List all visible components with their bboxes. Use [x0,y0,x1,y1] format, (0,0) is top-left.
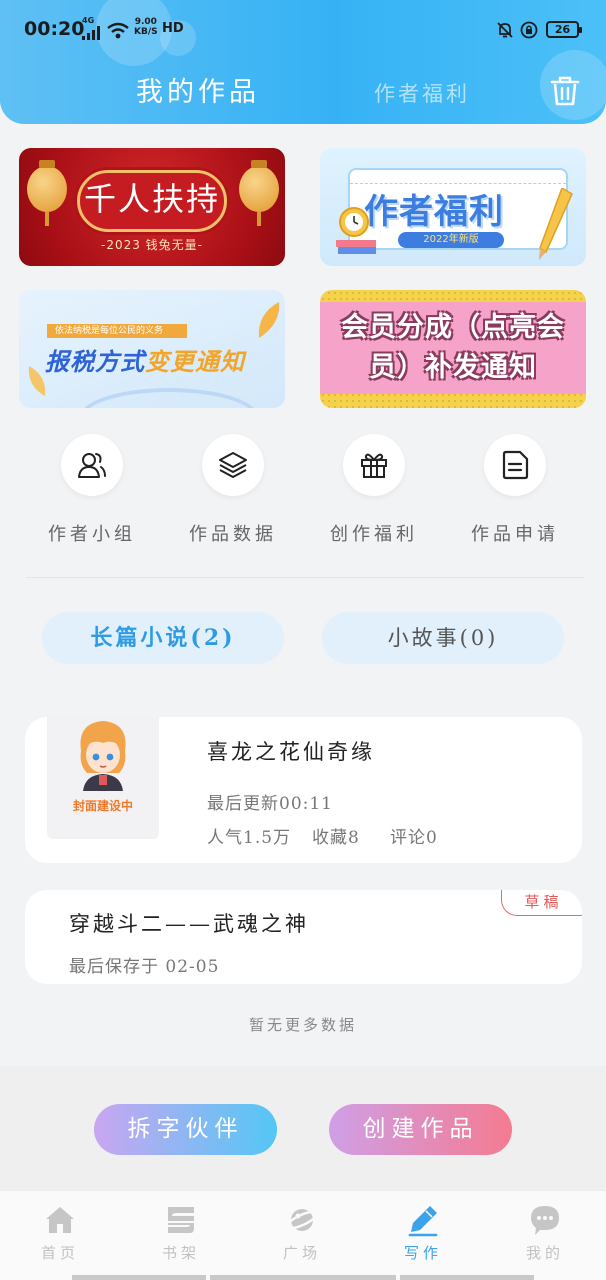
tab-label: 书架 [161,1244,200,1262]
draft-badge: 草稿 [501,890,582,916]
banner-title-main: 报税方式 [45,348,145,376]
entry-label: 创作福利 [330,524,418,545]
pen-icon [408,1206,438,1237]
lantern-icon [27,160,67,226]
speed-value: 9.00 [134,17,157,27]
app-header: 00:20 4G 9.00 KB/S HD 26 我的作品 作者福利 [0,0,606,124]
tab-bookshelf[interactable]: 书架 [121,1191,241,1271]
banner-subtitle: 2022年新版 [398,232,504,248]
gesture-bar [210,1275,396,1280]
entry-creation-welfare[interactable]: 创作福利 [303,434,443,554]
banner-title-highlight: 变更通知 [145,348,245,376]
segment-long-novel[interactable]: 长篇小说(2) [42,612,284,664]
tab-label: 广场 [282,1244,321,1262]
work-favorites: 收藏8 [312,828,360,848]
banner-title: 会员分成（点亮会 员）补发通知 [320,308,586,388]
work-popularity: 人气1.5万 [207,828,292,848]
layers-icon [219,452,247,478]
section-divider [26,577,584,578]
battery-indicator: 26 [546,21,582,38]
entry-label: 作品申请 [471,524,559,545]
banner-member-share-notice[interactable]: 会员分成（点亮会 员）补发通知 [320,290,586,408]
entry-icon-circle [343,434,405,496]
avatar [80,721,126,791]
leaf-icon [258,302,280,338]
entry-label: 作者小组 [48,524,136,545]
lantern-icon [239,160,279,226]
tab-label: 首页 [40,1244,79,1262]
work-title: 喜龙之花仙奇缘 [207,740,375,764]
network-speed: 9.00 KB/S [134,17,158,37]
tab-my-works[interactable]: 我的作品 [136,70,260,109]
banner-title-line1: 会员分成（点亮会 [341,312,565,343]
planet-icon [286,1209,318,1231]
work-card-draft[interactable]: 草稿 穿越斗二——武魂之神 最后保存于 02-05 [25,890,582,984]
bottom-tab-bar: 首页 书架 广场 写作 我的 [0,1190,606,1280]
home-icon [46,1207,74,1233]
bookshelf-icon [168,1207,194,1233]
signal-icon [82,26,100,40]
tab-writing[interactable]: 写作 [363,1191,483,1271]
create-work-button[interactable]: 创建作品 [329,1104,512,1155]
work-last-saved: 最后保存于 02-05 [69,957,220,977]
entry-work-application[interactable]: 作品申请 [444,434,584,554]
gesture-bar [72,1275,206,1280]
entry-icon-circle [61,434,123,496]
delete-button[interactable] [546,72,584,110]
status-time: 00:20 [24,18,85,40]
gesture-bar [400,1275,534,1280]
segment-short-story[interactable]: 小故事(0) [322,612,564,664]
work-card[interactable]: 封面建设中 喜龙之花仙奇缘 最后更新00:11 人气1.5万 收藏8 评论0 [25,717,582,863]
status-bar: 00:20 4G 9.00 KB/S HD 26 [0,14,606,48]
rotation-lock-icon [520,21,538,39]
entry-author-group[interactable]: 作者小组 [21,434,161,554]
no-more-data-text: 暂无更多数据 [248,1016,357,1034]
entry-work-data[interactable]: 作品数据 [162,434,302,554]
tab-label: 我的 [525,1244,564,1262]
banner-subtitle: -2023 钱兔无量- [100,238,203,252]
work-cover: 封面建设中 [47,717,159,839]
work-title: 穿越斗二——武魂之神 [69,912,309,936]
document-icon [502,450,529,480]
banner-author-welfare[interactable]: 作者福利 2022年新版 [320,148,586,266]
banner-title: 报税方式变更通知 [45,342,245,377]
tab-home[interactable]: 首页 [0,1191,120,1271]
trash-icon [550,76,580,106]
hd-indicator: HD [162,21,184,36]
banner-kicker: 依法纳税是每位公民的义务 [47,324,187,338]
banner-title: 千人扶持 [83,180,220,218]
banner-decor-arc [79,388,259,408]
speed-unit: KB/S [134,27,158,37]
entry-icon-circle [484,434,546,496]
gift-icon [361,453,387,478]
split-partner-button[interactable]: 拆字伙伴 [94,1104,277,1155]
bell-muted-icon [497,22,513,38]
group-icon [78,453,106,478]
pencil-icon [539,188,573,260]
work-last-updated: 最后更新00:11 [207,794,333,814]
banner-tax-notice[interactable]: 依法纳税是每位公民的义务 报税方式变更通知 [19,290,285,408]
actions-area [0,1066,606,1190]
tab-label: 写作 [403,1244,442,1262]
tab-plaza[interactable]: 广场 [242,1191,362,1271]
entry-label: 作品数据 [189,524,277,545]
work-comments: 评论0 [390,828,438,848]
chat-bubble-icon [531,1206,559,1235]
tab-mine[interactable]: 我的 [485,1191,605,1271]
network-type: 4G [82,16,95,25]
window-bar [350,170,566,184]
tab-author-welfare[interactable]: 作者福利 [374,78,470,108]
entry-icon-circle [202,434,264,496]
banner-title: 作者福利 [364,192,504,232]
wifi-icon [107,22,129,39]
banner-title-line2: 员）补发通知 [369,352,537,383]
cover-placeholder-label: 封面建设中 [72,799,133,813]
banner-support-program[interactable]: 千人扶持 -2023 钱兔无量- [19,148,285,266]
